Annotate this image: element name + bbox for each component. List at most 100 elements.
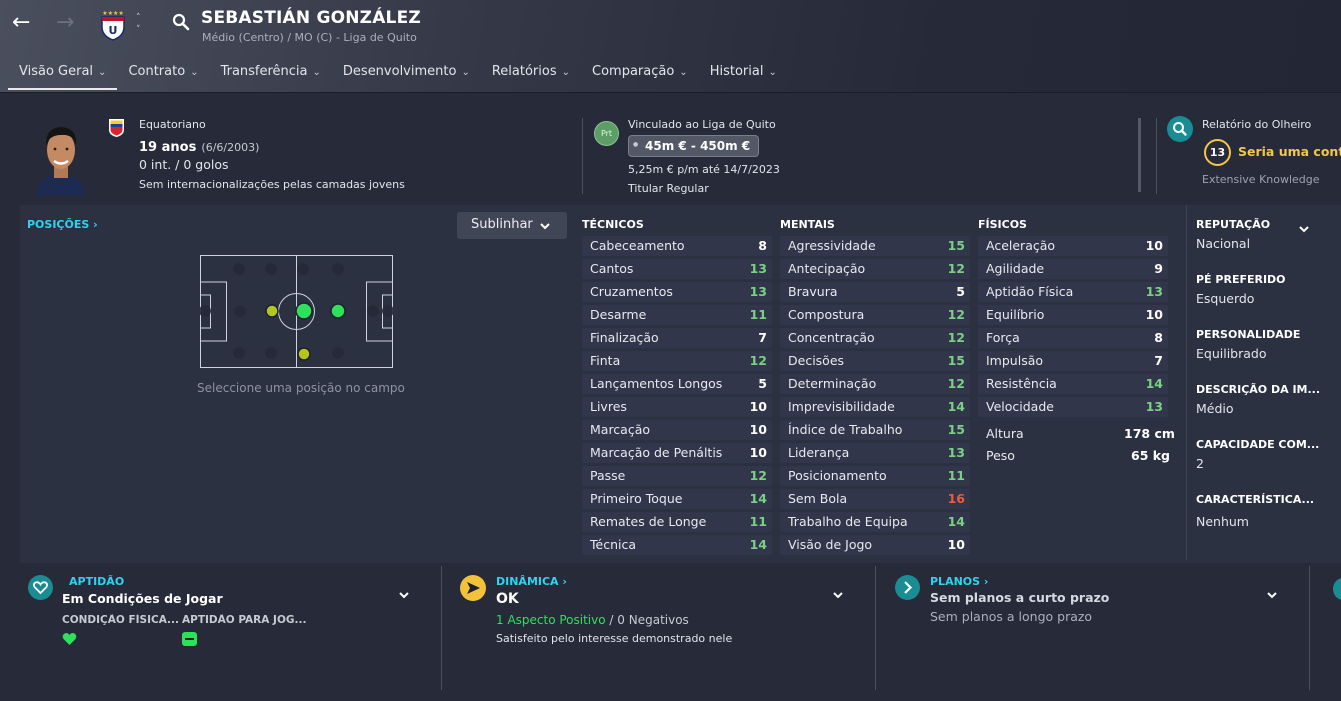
attribute-row[interactable]: Livres 10 xyxy=(582,397,772,417)
chevron-down-icon[interactable] xyxy=(832,585,844,604)
attribute-name: Cabeceamento xyxy=(590,238,685,253)
plans-link[interactable]: PLANOS › xyxy=(930,575,988,588)
attribute-row[interactable]: Decisões 15 xyxy=(780,351,970,371)
transfer-value: 45m € - 450m € xyxy=(645,139,751,153)
tab-transfer[interactable]: Transferência ⌄ xyxy=(210,60,332,90)
attribute-value: 12 xyxy=(947,261,965,276)
tab-reports[interactable]: Relatórios ⌄ xyxy=(481,60,581,90)
attribute-row[interactable]: Aceleração 10 xyxy=(978,236,1168,256)
personality-label: PERSONALIDADE xyxy=(1196,328,1301,341)
attribute-value: 11 xyxy=(947,468,965,483)
attribute-row[interactable]: Bravura 5 xyxy=(780,282,970,302)
attribute-row[interactable]: Equilíbrio 10 xyxy=(978,305,1168,325)
attribute-row[interactable]: Remates de Longe 11 xyxy=(582,512,772,532)
attribute-row[interactable]: Marcação 10 xyxy=(582,420,772,440)
contract-status-badge: Prt xyxy=(594,121,619,146)
attribute-row[interactable]: Visão de Jogo 10 xyxy=(780,535,970,555)
attribute-row[interactable]: Cruzamentos 13 xyxy=(582,282,772,302)
attribute-value: 5 xyxy=(956,284,965,299)
attribute-row[interactable]: Trabalho de Equipa 14 xyxy=(780,512,970,532)
attribute-row[interactable]: Determinação 12 xyxy=(780,374,970,394)
tab-contract[interactable]: Contrato ⌄ xyxy=(117,60,209,90)
attribute-name: Índice de Trabalho xyxy=(788,422,903,437)
negative-aspects[interactable]: 0 Negativos xyxy=(617,613,689,627)
chevron-down-icon[interactable] xyxy=(1298,223,1310,237)
attribute-row[interactable]: Impulsão 7 xyxy=(978,351,1168,371)
attribute-value: 14 xyxy=(1145,376,1163,391)
tab-label: Historial xyxy=(709,64,764,79)
attribute-name: Desarme xyxy=(590,307,647,322)
attribute-row[interactable]: Imprevisibilidade 14 xyxy=(780,397,970,417)
attribute-name: Resistência xyxy=(986,376,1057,391)
tab-development[interactable]: Desenvolvimento ⌄ xyxy=(332,60,481,90)
position-pitch[interactable] xyxy=(200,255,393,368)
tab-overview[interactable]: Visão Geral ⌄ xyxy=(8,60,118,90)
attribute-row[interactable]: Agressividade 15 xyxy=(780,236,970,256)
contract-club: Vinculado ao Liga de Quito xyxy=(628,118,776,131)
attribute-name: Aptidão Física xyxy=(986,284,1074,299)
attribute-row[interactable]: Sem Bola 16 xyxy=(780,489,970,509)
dynamics-icon xyxy=(460,575,486,601)
chevron-down-icon[interactable] xyxy=(1266,585,1278,604)
chevron-down-icon: ⌄ xyxy=(312,67,321,78)
attribute-name: Técnica xyxy=(590,537,637,552)
highlight-dropdown[interactable]: Sublinhar xyxy=(457,212,567,239)
international-caps: 0 int. / 0 golos xyxy=(139,157,229,172)
divider xyxy=(582,118,583,194)
attribute-name: Trabalho de Equipa xyxy=(788,514,908,529)
attribute-value: 12 xyxy=(947,330,965,345)
technical-header: TÉCNICOS xyxy=(582,218,644,231)
scout-report-button[interactable] xyxy=(1167,116,1193,142)
back-arrow-icon[interactable]: ← xyxy=(12,10,30,35)
attribute-row[interactable]: Agilidade 9 xyxy=(978,259,1168,279)
attribute-row[interactable]: Primeiro Toque 14 xyxy=(582,489,772,509)
forward-arrow-icon[interactable]: → xyxy=(56,10,74,35)
attribute-row[interactable]: Posicionamento 11 xyxy=(780,466,970,486)
attribute-row[interactable]: Finta 12 xyxy=(582,351,772,371)
attribute-row[interactable]: Antecipação 12 xyxy=(780,259,970,279)
attribute-row[interactable]: Força 8 xyxy=(978,328,1168,348)
transfer-value-pill[interactable]: ● 45m € - 450m € xyxy=(628,135,759,157)
club-badge-icon[interactable]: ★★★★ U xyxy=(99,9,127,41)
chevron-down-icon[interactable] xyxy=(398,585,410,604)
positive-aspects[interactable]: 1 Aspecto Positivo xyxy=(496,613,606,627)
dynamics-link[interactable]: DINÂMICA › xyxy=(496,575,567,588)
attribute-row[interactable]: Desarme 11 xyxy=(582,305,772,325)
dynamics-title: DINÂMICA xyxy=(496,575,559,588)
attribute-row[interactable]: Concentração 12 xyxy=(780,328,970,348)
player-photo xyxy=(32,116,90,196)
attribute-value: 14 xyxy=(947,399,965,414)
attribute-row[interactable]: Passe 12 xyxy=(582,466,772,486)
club-switcher-arrows[interactable]: ˄ ˅ xyxy=(136,12,141,36)
attribute-row[interactable]: Resistência 14 xyxy=(978,374,1168,394)
attribute-row[interactable]: Lançamentos Longos 5 xyxy=(582,374,772,394)
attribute-value: 10 xyxy=(749,399,767,414)
nation-flag-icon[interactable] xyxy=(108,118,125,138)
attribute-row[interactable]: Aptidão Física 13 xyxy=(978,282,1168,302)
attribute-row[interactable]: Cabeceamento 8 xyxy=(582,236,772,256)
attribute-row[interactable]: Finalização 7 xyxy=(582,328,772,348)
bullet-icon: ● xyxy=(633,141,639,148)
search-icon[interactable] xyxy=(172,13,190,31)
scrollbar[interactable] xyxy=(1138,118,1141,192)
attribute-value: 13 xyxy=(1145,284,1163,299)
attribute-row[interactable]: Índice de Trabalho 15 xyxy=(780,420,970,440)
height-label: Altura xyxy=(986,426,1024,441)
attribute-row[interactable]: Marcação de Penáltis 10 xyxy=(582,443,772,463)
reputation-label: REPUTAÇÃO xyxy=(1196,218,1271,231)
separator-slash: / xyxy=(609,613,614,627)
tab-comparison[interactable]: Comparação ⌄ xyxy=(581,60,699,90)
attribute-name: Remates de Longe xyxy=(590,514,707,529)
attribute-value: 16 xyxy=(947,491,965,506)
attribute-row[interactable]: Técnica 14 xyxy=(582,535,772,555)
attribute-row[interactable]: Velocidade 13 xyxy=(978,397,1168,417)
attribute-row[interactable]: Cantos 13 xyxy=(582,259,772,279)
attribute-name: Liderança xyxy=(788,445,850,460)
svg-text:U: U xyxy=(109,24,118,37)
positions-link[interactable]: POSIÇÕES › xyxy=(27,218,98,231)
tab-history[interactable]: Historial ⌄ xyxy=(699,60,788,90)
attribute-row[interactable]: Compostura 12 xyxy=(780,305,970,325)
attribute-row[interactable]: Liderança 13 xyxy=(780,443,970,463)
scout-verdict: Seria uma contra xyxy=(1238,144,1341,159)
match-fitness-indicator xyxy=(182,632,197,646)
